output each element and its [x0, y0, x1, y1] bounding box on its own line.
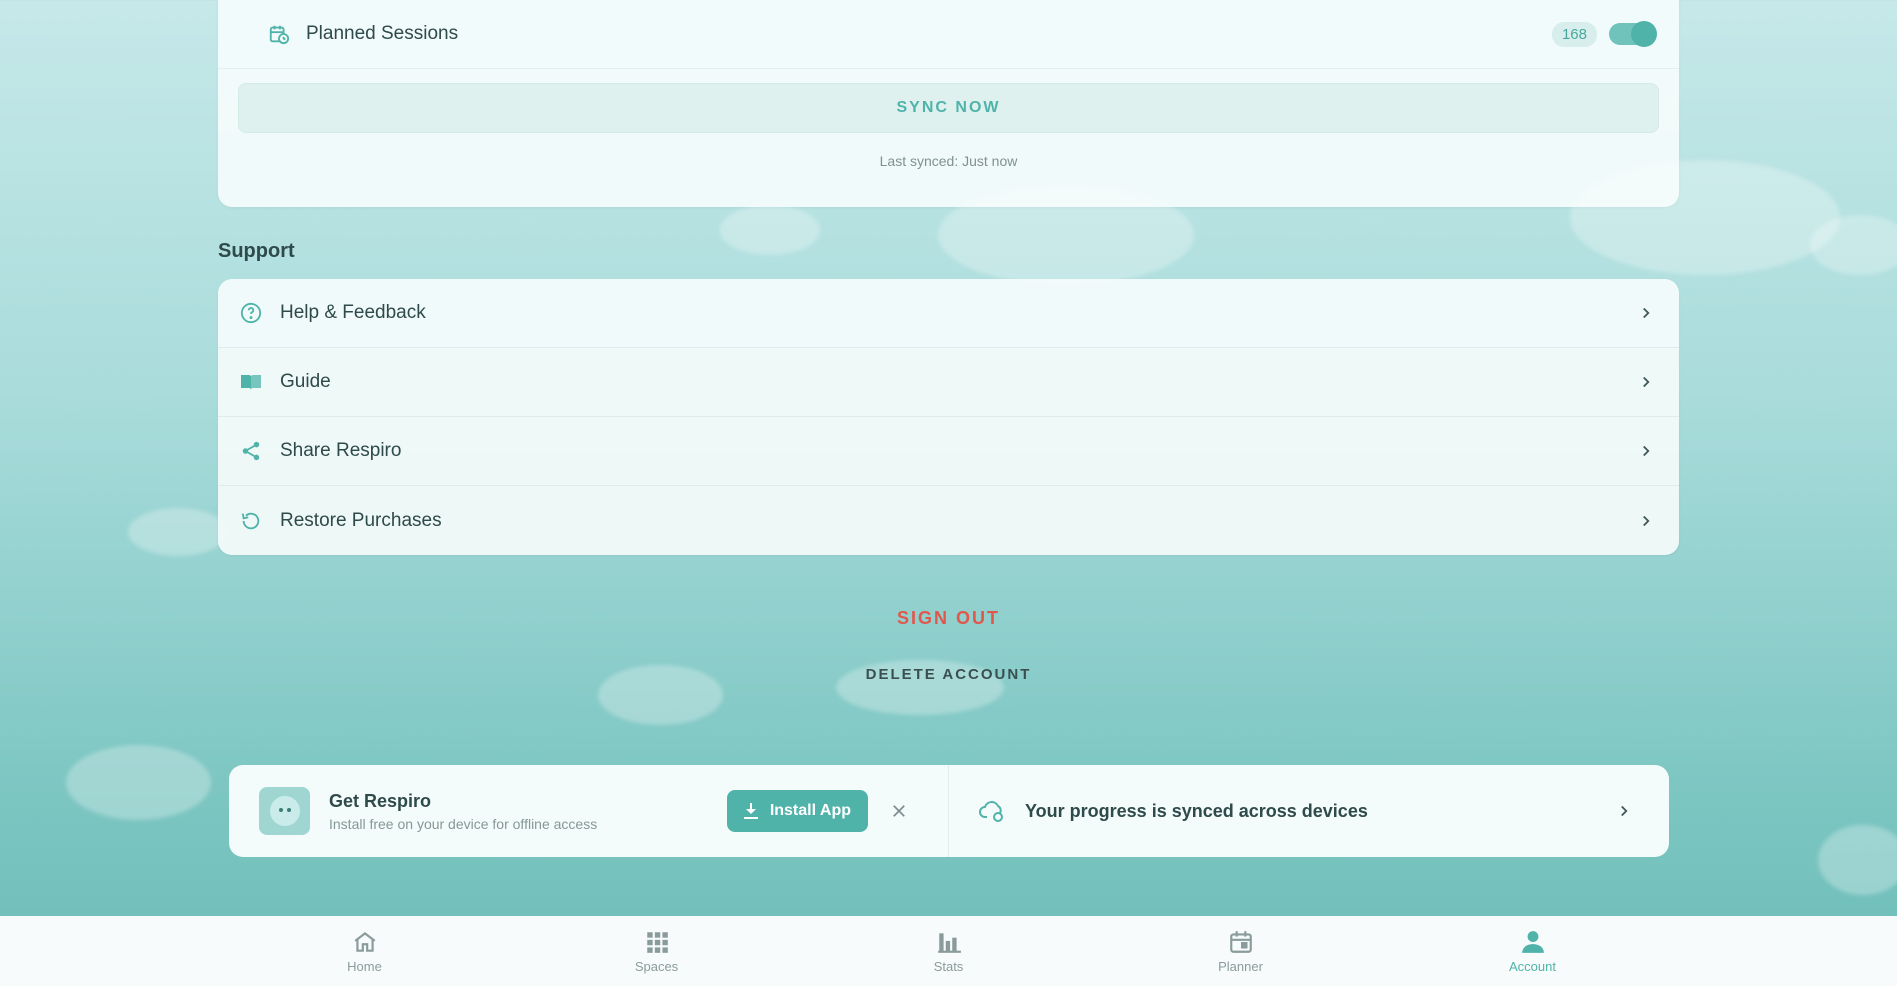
planned-sessions-row: Planned Sessions 168 [218, 0, 1679, 69]
share-icon [238, 438, 264, 464]
nav-item-home[interactable]: Home [219, 916, 511, 986]
install-prompt: Get Respiro Install free on your device … [229, 765, 949, 857]
planned-sessions-toggle[interactable] [1609, 21, 1657, 47]
support-item-label: Restore Purchases [280, 509, 442, 531]
support-item-label: Share Respiro [280, 440, 402, 461]
support-card: Help & Feedback Guide Share Respiro Rest… [218, 279, 1679, 555]
sync-status-link[interactable]: Your progress is synced across devices [949, 765, 1669, 857]
nav-label: Home [347, 958, 382, 974]
sync-status-text: Your progress is synced across devices [1025, 800, 1368, 821]
nav-label: Stats [933, 958, 964, 974]
support-item-restore-purchases[interactable]: Restore Purchases [218, 486, 1679, 555]
planned-sessions-count-badge: 168 [1551, 21, 1597, 47]
home-icon [354, 931, 375, 952]
background-cloud [1810, 215, 1897, 275]
sync-card: Planned Sessions 168 SYNC NOW Last synce… [218, 0, 1679, 207]
background-cloud [66, 745, 211, 820]
delete-account-button[interactable]: DELETE ACCOUNT [0, 666, 1897, 683]
install-banner: Get Respiro Install free on your device … [229, 765, 1669, 857]
chevron-right-icon [1643, 515, 1650, 526]
background-cloud [720, 205, 820, 255]
app-logo-icon [259, 787, 310, 835]
close-icon[interactable] [890, 802, 908, 820]
support-item-label: Guide [280, 371, 331, 392]
download-icon [743, 803, 758, 819]
calendar-clock-icon [268, 22, 292, 46]
help-circle-icon [238, 300, 264, 326]
support-section-title: Support [218, 240, 295, 262]
sign-out-button[interactable]: SIGN OUT [0, 608, 1897, 629]
chevron-right-icon [1643, 445, 1650, 457]
cloud-sync-icon [979, 801, 1003, 822]
chevron-right-icon [1643, 376, 1650, 388]
planned-sessions-label: Planned Sessions [306, 23, 459, 44]
nav-item-spaces[interactable]: Spaces [511, 916, 803, 986]
person-icon [1521, 930, 1544, 953]
last-synced-text: Last synced: Just now [879, 153, 1018, 169]
nav-item-account[interactable]: Account [1387, 916, 1679, 986]
support-item-guide[interactable]: Guide [218, 348, 1679, 417]
grid-icon [646, 931, 668, 953]
support-item-help-feedback[interactable]: Help & Feedback [218, 279, 1679, 348]
background-cloud [1818, 825, 1897, 895]
nav-item-planner[interactable]: Planner [1095, 916, 1387, 986]
background-cloud [128, 508, 228, 556]
bottom-navigation: Home Spaces Stats Planner Account [0, 916, 1897, 986]
bar-chart-icon [937, 932, 961, 953]
nav-label: Planner [1218, 958, 1263, 974]
chevron-right-icon [1643, 307, 1650, 319]
support-item-share[interactable]: Share Respiro [218, 417, 1679, 486]
install-subtitle: Install free on your device for offline … [329, 815, 598, 832]
nav-item-stats[interactable]: Stats [803, 916, 1095, 986]
install-title: Get Respiro [329, 790, 432, 811]
install-app-label: Install App [769, 802, 851, 819]
book-icon [238, 369, 264, 395]
support-item-label: Help & Feedback [280, 302, 426, 323]
install-app-button[interactable]: Install App [726, 790, 868, 832]
calendar-icon [1229, 930, 1252, 953]
chevron-right-icon [1621, 805, 1628, 817]
toggle-knob [1631, 21, 1657, 47]
install-text-block: Get Respiro Install free on your device … [329, 791, 727, 832]
mascot-face [269, 796, 300, 826]
nav-label: Account [1509, 958, 1556, 974]
nav-label: Spaces [634, 958, 679, 974]
sync-now-button[interactable]: SYNC NOW [238, 83, 1659, 133]
restore-icon [238, 508, 264, 534]
